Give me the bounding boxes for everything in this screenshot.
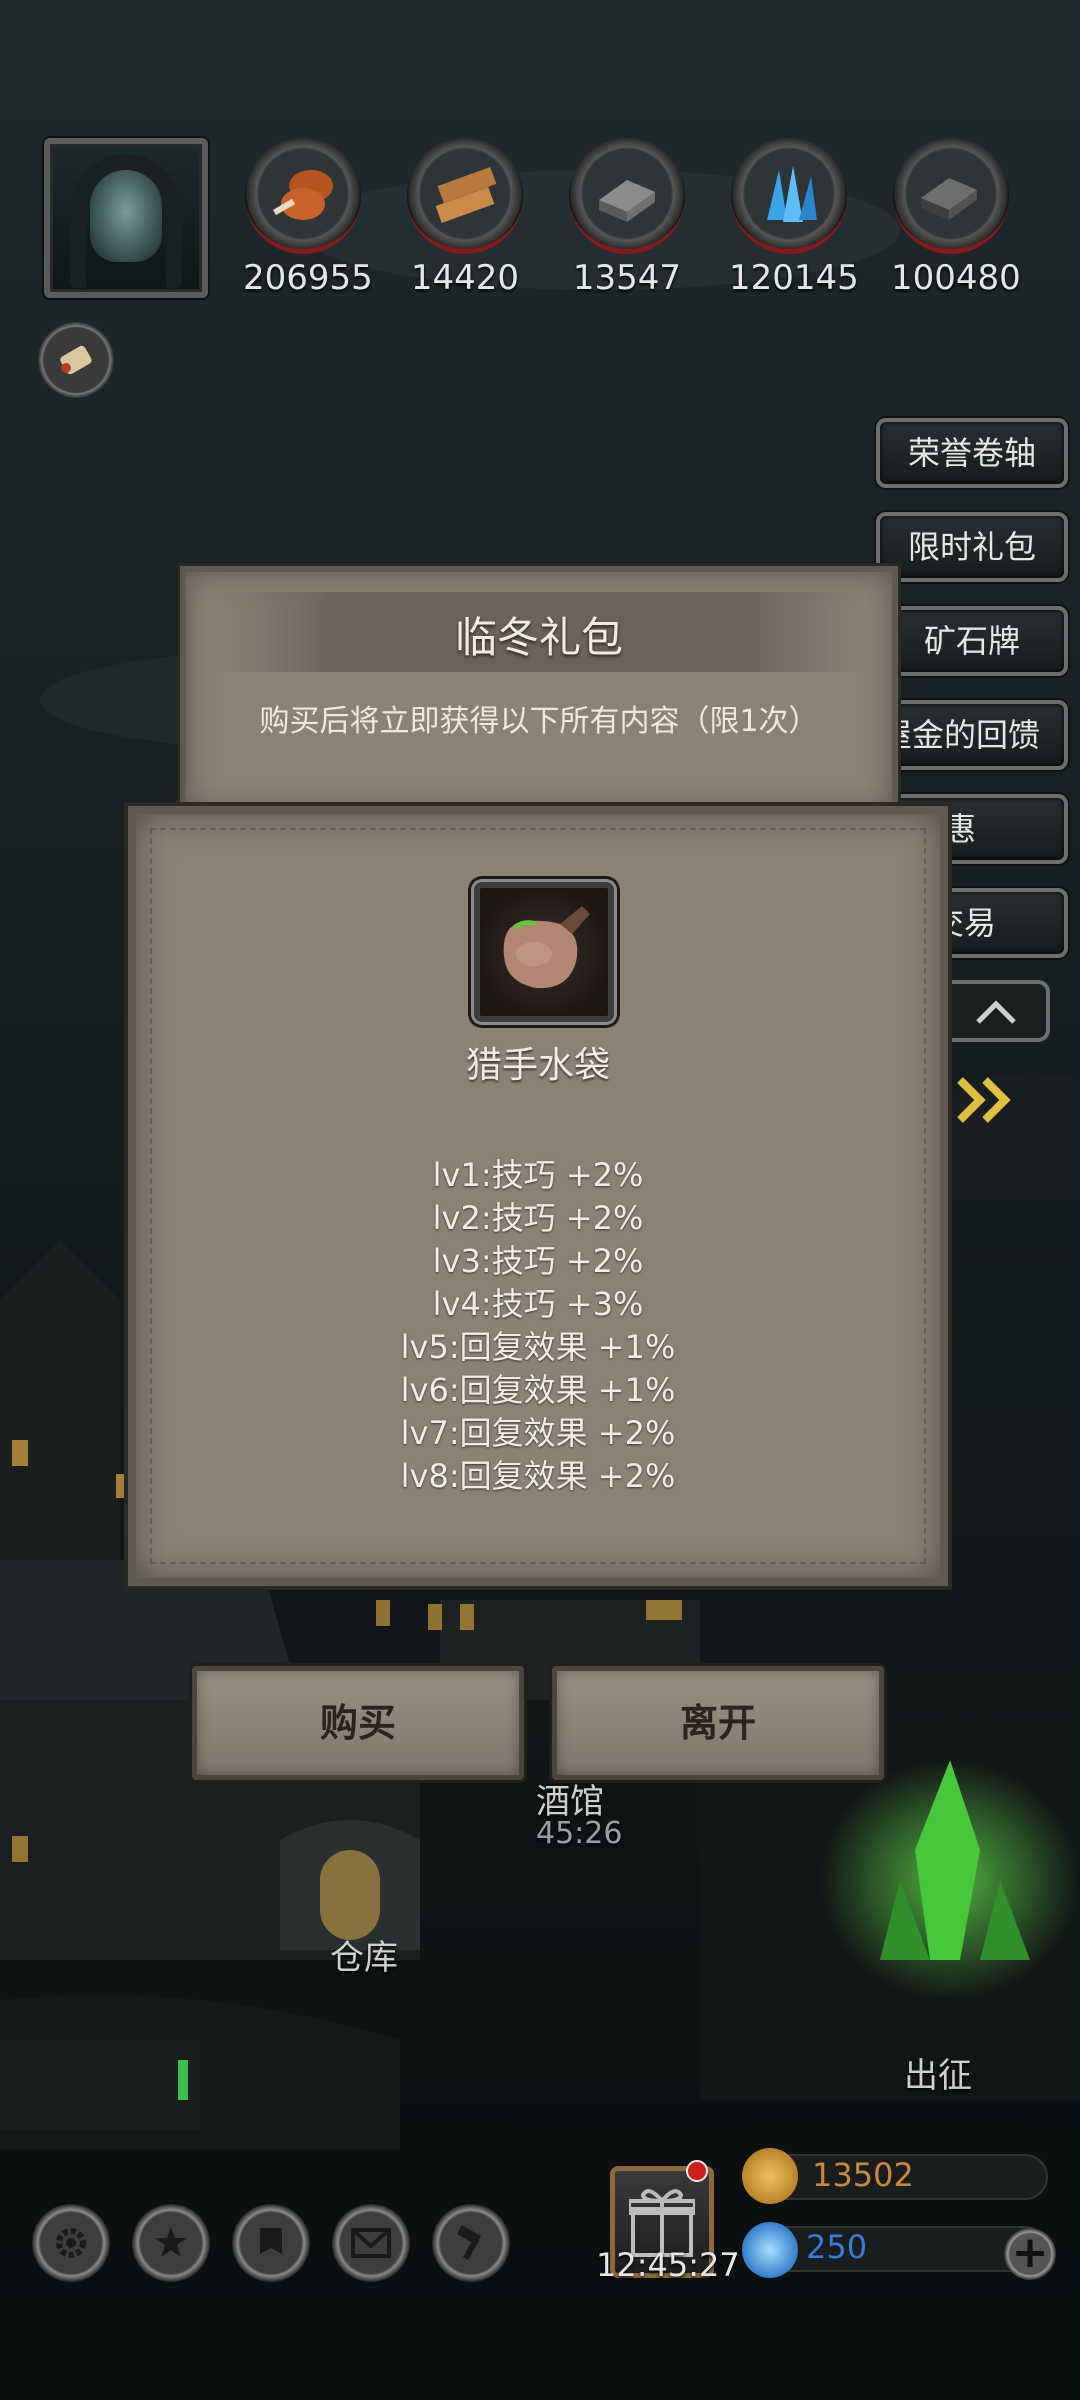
meat-amount: 206955 (243, 258, 373, 298)
item-stats-list: lv1:技巧 +2% lv2:技巧 +2% lv3:技巧 +2% lv4:技巧 … (136, 1154, 940, 1498)
player-avatar[interactable] (44, 138, 208, 298)
item-icon-frame (474, 882, 614, 1022)
leave-button[interactable]: 离开 (552, 1666, 884, 1780)
stat-line: lv6:回复效果 +1% (400, 1371, 676, 1409)
resource-meat[interactable]: 206955 (243, 138, 373, 303)
resource-steel[interactable]: 100480 (891, 138, 1021, 303)
banner-icon (260, 2228, 282, 2254)
crystal-icon (731, 138, 847, 254)
wood-icon (407, 138, 523, 254)
stat-line: lv8:回复效果 +2% (400, 1457, 676, 1495)
resource-wood[interactable]: 14420 (405, 138, 525, 303)
star-icon (155, 2227, 187, 2257)
hammer-icon (456, 2225, 482, 2261)
side-menu-limited-pack[interactable]: 限时礼包 (876, 512, 1068, 582)
gold-coin-icon (742, 2148, 798, 2204)
avatar-portrait (90, 170, 162, 262)
item-name: 猎手水袋 (465, 1045, 610, 1086)
gem-amount: 250 (806, 2228, 868, 2266)
expedition-label[interactable]: 出征 (904, 2048, 972, 2097)
gold-amount: 13502 (812, 2156, 914, 2194)
side-menu-gold-reward[interactable]: 屋金的回馈 (876, 700, 1068, 770)
stat-line: lv4:技巧 +3% (432, 1285, 644, 1323)
winter-pack-dialog: 临冬礼包 购买后将立即获得以下所有内容（限1次） (180, 566, 898, 818)
steel-amount: 100480 (891, 258, 1021, 298)
add-gems-button[interactable]: + (1004, 2228, 1056, 2280)
chevron-up-icon (976, 1000, 1016, 1024)
stat-line: lv1:技巧 +2% (432, 1156, 644, 1194)
achievement-button[interactable] (132, 2204, 210, 2282)
waterskin-icon (503, 906, 590, 989)
pack-title: 临冬礼包 (454, 613, 623, 662)
warehouse-label[interactable]: 仓库 (330, 1930, 398, 1979)
resource-iron[interactable]: 13547 (567, 138, 687, 303)
notification-dot (686, 2160, 708, 2182)
meat-icon (245, 138, 361, 254)
tavern-timer: 45:26 (536, 1816, 623, 1851)
stat-line: lv5:回复效果 +1% (400, 1328, 676, 1366)
scroll-icon (60, 345, 92, 375)
stat-line: lv3:技巧 +2% (432, 1242, 644, 1280)
settings-button[interactable] (32, 2204, 110, 2282)
buy-button[interactable]: 购买 (192, 1666, 524, 1780)
item-detail-dialog: 猎手水袋 lv1:技巧 +2% lv2:技巧 +2% lv3:技巧 +2% lv… (128, 806, 948, 1586)
resource-crystal[interactable]: 120145 (729, 138, 859, 303)
steel-icon (893, 138, 1009, 254)
side-menu-honor-scroll[interactable]: 荣誉卷轴 (876, 418, 1068, 488)
iron-amount: 13547 (572, 258, 682, 298)
gear-icon (56, 2228, 86, 2258)
side-menu-collapse-button[interactable] (940, 980, 1050, 1042)
mail-button[interactable] (332, 2204, 410, 2282)
side-menu-ore-card[interactable]: 矿石牌 (876, 606, 1068, 676)
quest-scroll-button[interactable] (38, 322, 114, 398)
pack-description: 购买后将立即获得以下所有内容（限1次） (259, 704, 819, 739)
gem-icon (742, 2222, 798, 2278)
mail-icon (351, 2228, 391, 2258)
gift-timer: 12:45:27 (596, 2246, 740, 2284)
iron-icon (569, 138, 685, 254)
guild-button[interactable] (232, 2204, 310, 2282)
stat-line: lv2:技巧 +2% (432, 1199, 644, 1237)
stat-line: lv7:回复效果 +2% (400, 1414, 676, 1452)
crystal-amount: 120145 (729, 258, 859, 298)
wood-amount: 14420 (410, 258, 520, 298)
shop-button[interactable] (432, 2204, 510, 2282)
